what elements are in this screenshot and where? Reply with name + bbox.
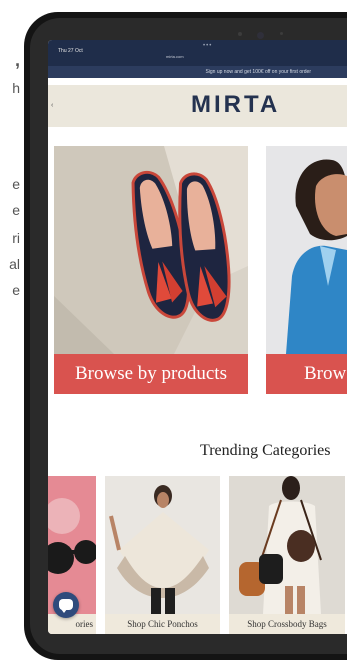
bg-text-line: e	[12, 202, 20, 218]
tile-caption: Shop Crossbody Bags	[229, 614, 345, 634]
chat-button[interactable]	[53, 592, 79, 618]
browse-products-card[interactable]: Browse by products	[54, 146, 248, 394]
model-blue-blazer-image	[266, 146, 347, 354]
tile-caption: Shop Chic Ponchos	[105, 614, 220, 634]
crossbody-bags-model-image	[229, 476, 345, 614]
site-header: ‹ MIRTA	[48, 85, 347, 127]
tablet-screen: Thu 27 Oct ••• mirta.com Sign up now and…	[48, 40, 347, 634]
more-dots-icon[interactable]: •••	[203, 43, 212, 49]
back-chevron-icon[interactable]: ‹	[51, 102, 53, 109]
bg-text-line: e	[12, 282, 20, 298]
background-text-fragment: , h e e ri al e	[0, 0, 22, 660]
loafers-product-image	[54, 146, 248, 354]
tile-caption: ories	[48, 614, 96, 634]
promo-banner[interactable]: Sign up now and get 100€ off on your fir…	[48, 66, 347, 78]
bg-text-line: h	[12, 80, 20, 96]
sensor-icon	[280, 32, 283, 35]
bg-text-line: al	[9, 256, 20, 272]
camera-icon	[257, 32, 264, 39]
status-time: Thu 27 Oct	[58, 48, 83, 54]
address-bar[interactable]: mirta.com	[166, 54, 184, 59]
browse-products-label: Browse by products	[54, 354, 248, 394]
poncho-model-image	[105, 476, 220, 614]
bg-text-line: ,	[14, 50, 20, 70]
brand-logo[interactable]: MIRTA	[191, 91, 280, 119]
category-tile-crossbody-bags[interactable]: Shop Crossbody Bags	[229, 476, 345, 634]
browse-card-partial-label: Brows	[266, 354, 347, 394]
category-tile-ponchos[interactable]: Shop Chic Ponchos	[105, 476, 220, 634]
sensor-icon	[238, 32, 242, 36]
trending-categories-title: Trending Categories	[200, 442, 331, 459]
chat-bubble-icon	[59, 599, 73, 613]
browse-card-partial[interactable]: Brows	[266, 146, 347, 394]
bg-text-line: e	[12, 176, 20, 192]
promo-text: Sign up now and get 100€ off on your fir…	[205, 69, 311, 75]
browser-status-bar: Thu 27 Oct ••• mirta.com	[48, 40, 347, 66]
bg-text-line: ri	[12, 230, 20, 246]
